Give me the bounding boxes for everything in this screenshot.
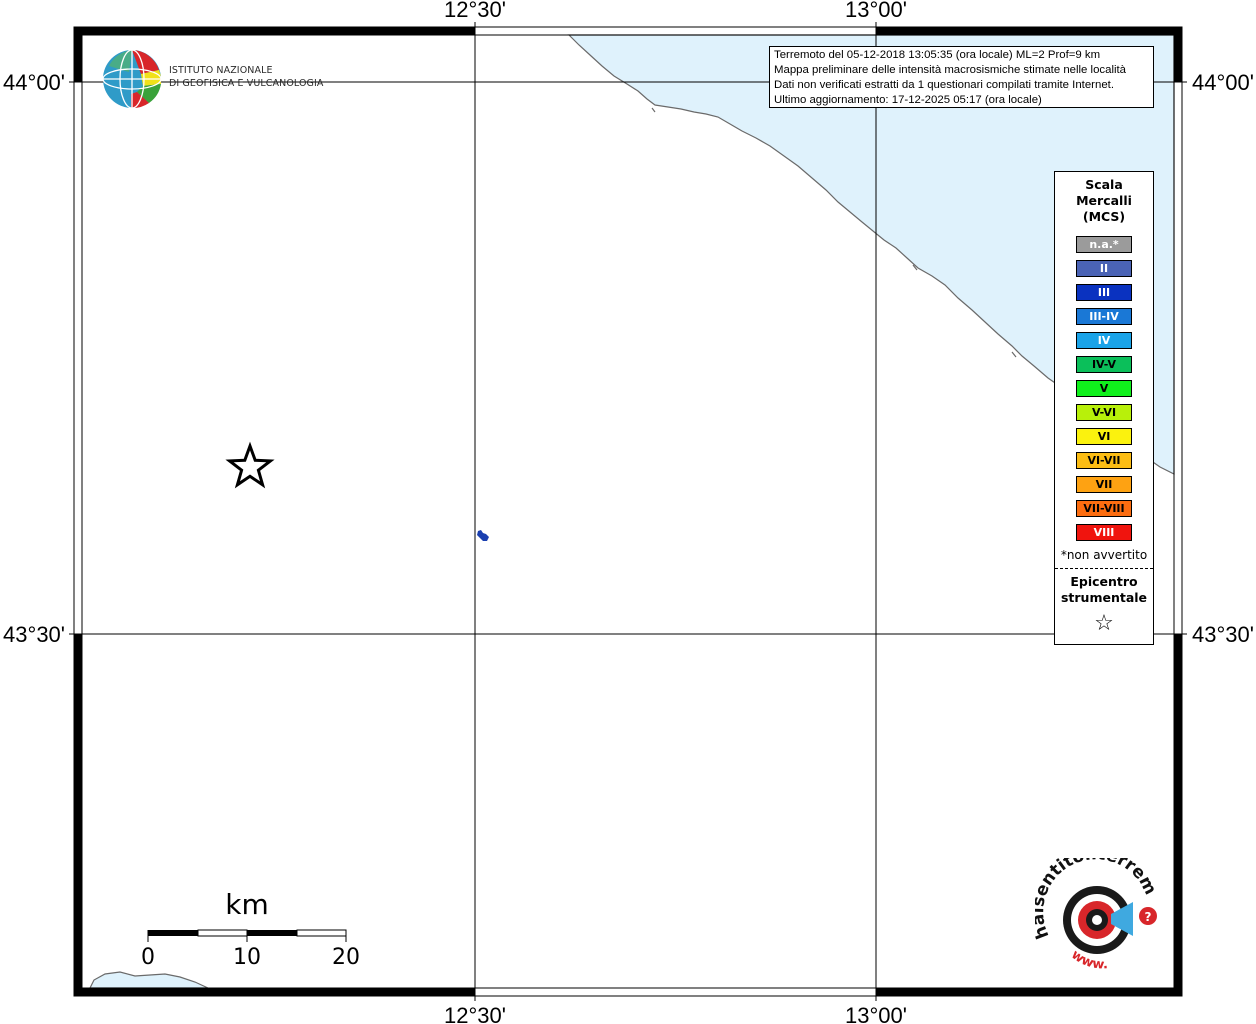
ingv-logo-text: ISTITUTO NAZIONALE DI GEOFISICA E VULCAN… [169,64,324,90]
legend-swatch-list: n.a.* II III III-IV IV IV-V V V-VI VI VI-VII VII VI… [1055,236,1153,541]
legend-swatch-iv: IV [1076,332,1132,349]
ingv-logo: ISTITUTO NAZIONALE DI GEOFISICA E VULCAN… [101,48,331,110]
legend-divider [1055,568,1153,569]
event-info-line4: Ultimo aggiornamento: 17-12-2025 05:17 (… [774,94,1042,106]
hst-question: ? [1145,910,1152,924]
lon-label-bottom-1: 12°30' [444,1003,506,1024]
legend-swatch-ii: II [1076,260,1132,277]
legend-title: Scala Mercalli (MCS) [1055,177,1153,225]
lat-label-left-2: 43°30' [3,622,65,647]
legend-epicenter-title: Epicentro strumentale [1055,574,1153,606]
legend-swatch-viii: VIII [1076,524,1132,541]
scale-tick-20: 20 [332,945,360,970]
legend-swatch-iv-v: IV-V [1076,356,1132,373]
lat-label-left-1: 44°00' [3,70,65,95]
legend-title-line3: (MCS) [1082,209,1126,224]
event-info-line1: Terremoto del 05-12-2018 13:05:35 (ora l… [774,49,1101,61]
scale-tick-0: 0 [141,945,155,970]
legend-swatch-vii: VII [1076,476,1132,493]
scale-unit-label: km [225,888,269,921]
event-info-line3: Dati non verificati estratti da 1 questi… [774,79,1114,91]
ingv-logo-line1: ISTITUTO NAZIONALE [169,65,273,76]
globe-icon [102,49,162,109]
legend-epicenter-line2: strumentale [1060,590,1148,605]
haisentito-logo-graphic: ? haisentitoilterremoto.it www. [1028,843,1160,973]
lat-label-right-1: 44°00' [1192,70,1254,95]
legend-swatch-vi: VI [1076,428,1132,445]
legend-swatch-vi-vii: VI-VII [1076,452,1132,469]
legend-note: *non avvertito [1060,548,1148,562]
lon-label-bottom-2: 13°00' [845,1003,907,1024]
lat-label-right-2: 43°30' [1192,622,1254,647]
legend-swatch-vii-viii: VII-VIII [1076,500,1132,517]
mcs-legend: Scala Mercalli (MCS) n.a.* II III III-IV IV I… [1054,171,1154,645]
legend-epicenter-line1: Epicentro [1070,574,1138,589]
legend-star-icon: ☆ [1094,611,1114,636]
lon-label-top-1: 12°30' [444,0,506,22]
legend-title-line1: Scala [1085,177,1123,192]
legend-swatch-n-a: n.a.* [1076,236,1132,253]
legend-swatch-v-vi: V-VI [1076,404,1132,421]
event-info-box: Terremoto del 05-12-2018 13:05:35 (ora l… [769,46,1154,108]
legend-title-line2: Mercalli [1076,193,1132,208]
scale-tick-10: 10 [233,945,261,970]
haisentito-logo: ? haisentitoilterremoto.it www. [1028,843,1165,978]
event-info-line2: Mappa preliminare delle intensità macros… [774,64,1127,76]
legend-swatch-iii-iv: III-IV [1076,308,1132,325]
ingv-logo-line2: DI GEOFISICA E VULCANOLOGIA [169,78,324,89]
legend-swatch-v: V [1076,380,1132,397]
legend-swatch-iii: III [1076,284,1132,301]
lon-label-top-2: 13°00' [845,0,907,22]
